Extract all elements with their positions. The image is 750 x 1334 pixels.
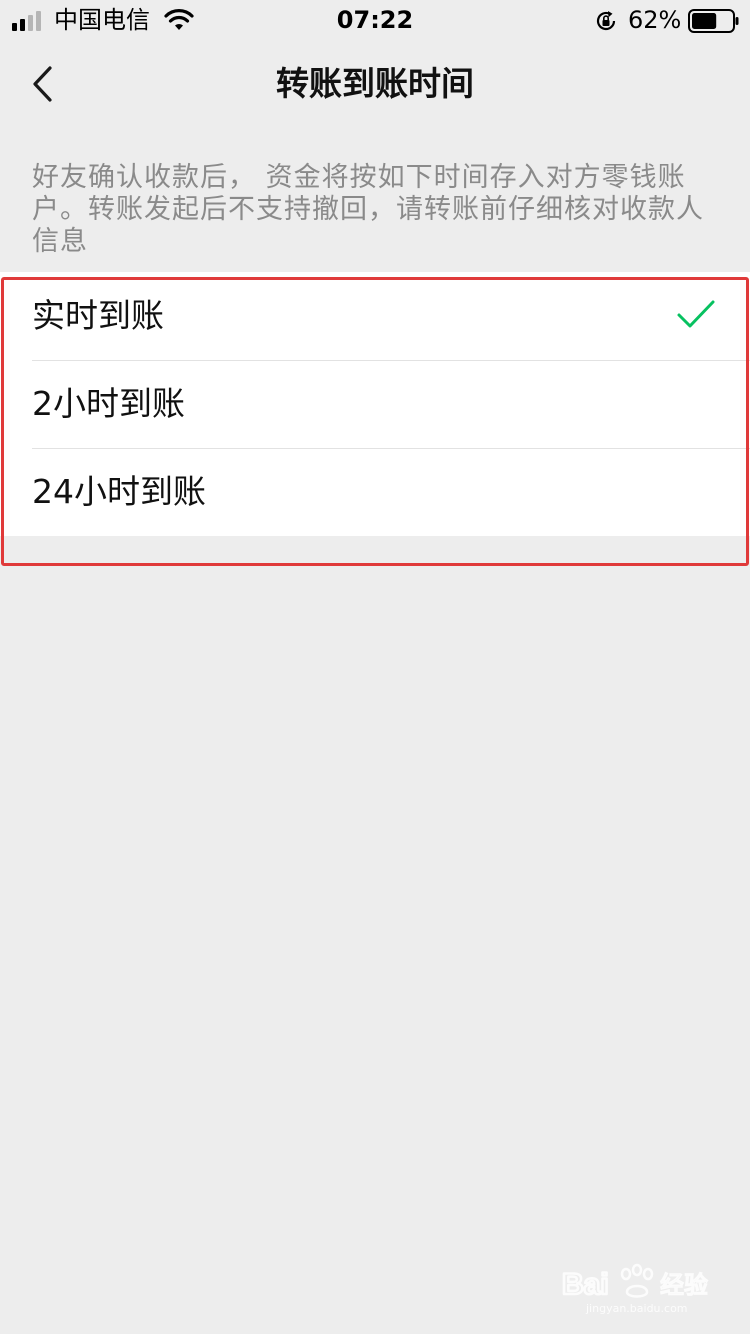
baidu-jingyan-watermark: Bai 经验 jingyan.baidu.com: [561, 1263, 709, 1315]
option-2-hours[interactable]: 2小时到账: [0, 360, 750, 448]
option-label: 24小时到账: [32, 472, 206, 511]
option-24-hours[interactable]: 24小时到账: [0, 448, 750, 536]
svg-text:经验: 经验: [660, 1271, 708, 1299]
chevron-left-icon: [33, 66, 52, 102]
transfer-arrival-time-screen: 中国电信 07:22 62% 转账到账时间 好友确认收款后， 资金将按如下时间存…: [0, 0, 750, 1334]
option-label: 2小时到账: [32, 384, 185, 423]
transfer-description: 好友确认收款后， 资金将按如下时间存入对方零钱账户。转账发起后不支持撤回，请转账…: [32, 162, 704, 257]
status-bar: 中国电信 07:22 62%: [0, 0, 750, 40]
checkmark-icon: [677, 300, 715, 328]
battery-icon: [688, 9, 739, 33]
option-label: 实时到账: [32, 296, 164, 335]
battery-percent: 62%: [628, 6, 682, 34]
option-realtime[interactable]: 实时到账: [0, 272, 750, 360]
back-button[interactable]: [22, 60, 70, 108]
watermark-url: jingyan.baidu.com: [585, 1302, 688, 1315]
arrival-time-options: 实时到账 2小时到账 24小时到账: [0, 272, 750, 536]
page-title: 转账到账时间: [276, 64, 474, 103]
rotation-lock-icon: [596, 11, 616, 31]
watermark-logo-text: Bai: [562, 1268, 609, 1301]
navigation-bar: 转账到账时间: [0, 40, 750, 128]
